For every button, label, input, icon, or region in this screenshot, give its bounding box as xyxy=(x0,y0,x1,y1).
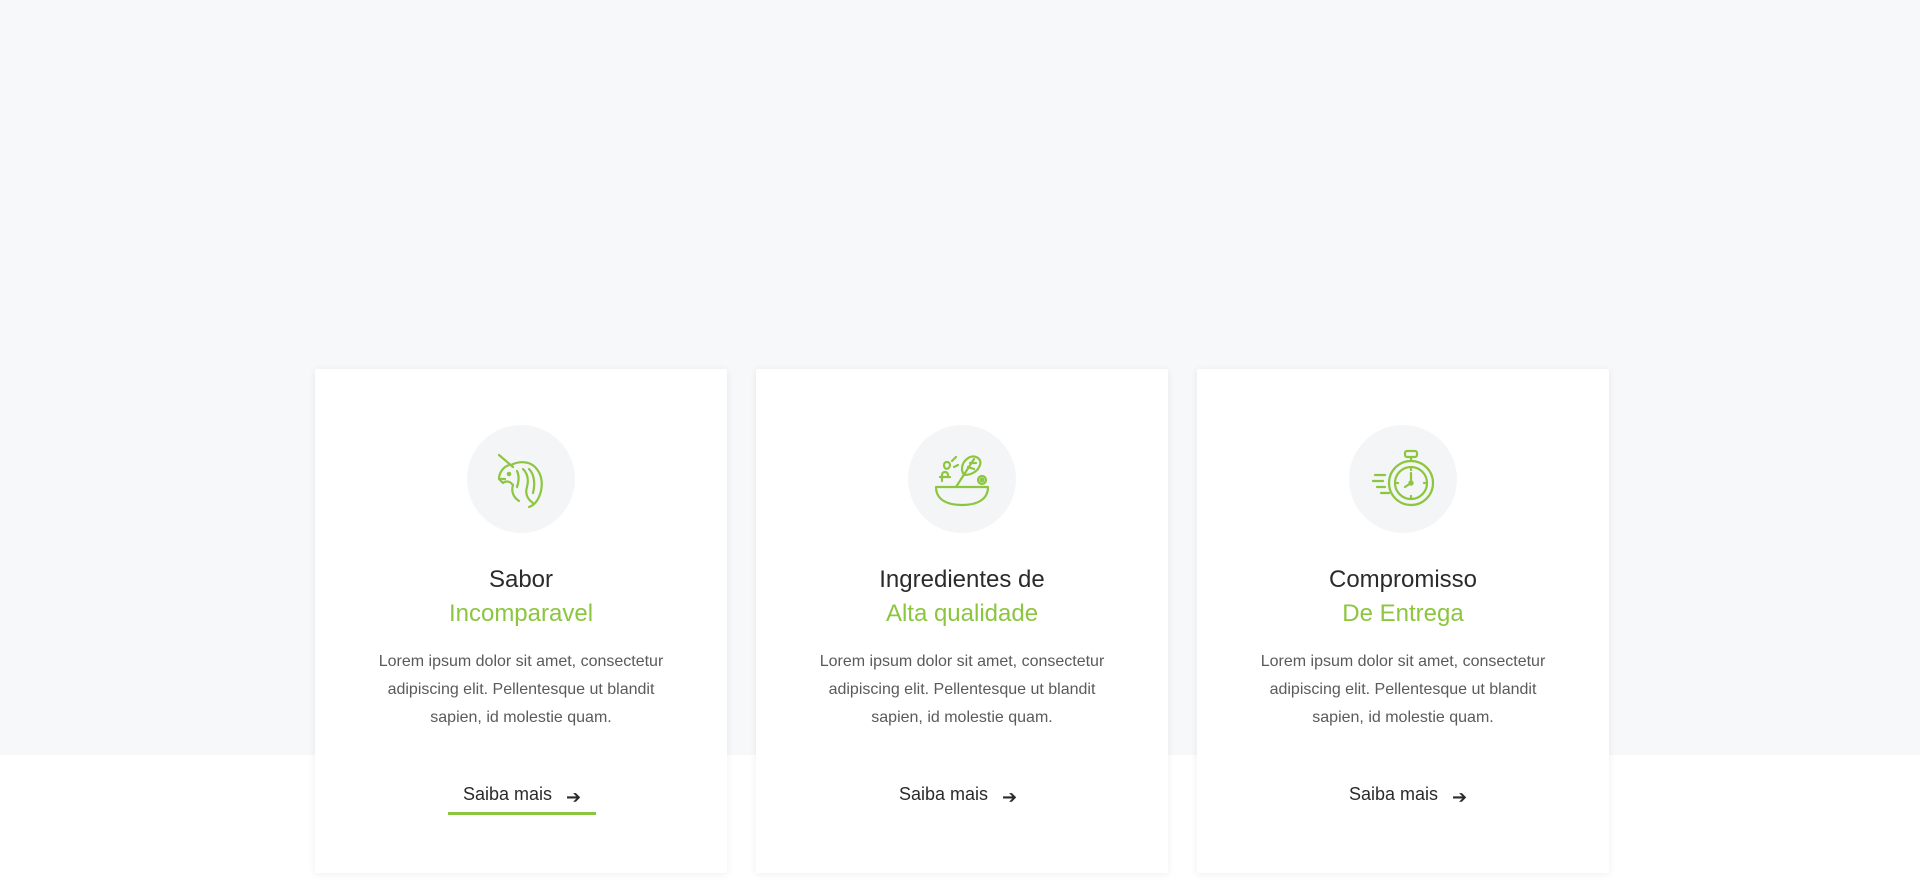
card-description: Lorem ipsum dolor sit amet, consectetur … xyxy=(819,653,1105,726)
feature-card-sabor: Sabor Incomparavel Lorem ipsum dolor sit… xyxy=(315,369,727,873)
card-description: Lorem ipsum dolor sit amet, consectetur … xyxy=(1260,653,1546,726)
feature-card-compromisso: Compromisso De Entrega Lorem ipsum dolor… xyxy=(1197,369,1609,873)
card-title: Ingredientes de xyxy=(879,566,1045,593)
card-subtitle: Incomparavel xyxy=(448,600,594,627)
link-label: Saiba mais xyxy=(899,784,989,804)
stopwatch-icon xyxy=(1371,449,1435,507)
arrow-right-icon: ➔ xyxy=(1452,787,1468,807)
unicorn-icon xyxy=(497,453,543,509)
card-description: Lorem ipsum dolor sit amet, consectetur … xyxy=(378,653,664,726)
feature-card-ingredientes: Ingredientes de Alta qualidade Lorem ips… xyxy=(756,369,1168,873)
link-label: Saiba mais xyxy=(1349,784,1439,804)
saiba-mais-link[interactable]: Saiba mais ➔ xyxy=(1349,782,1467,812)
icon-circle xyxy=(1349,425,1457,533)
arrow-right-icon: ➔ xyxy=(1002,787,1018,807)
saiba-mais-link[interactable]: Saiba mais ➔ xyxy=(899,782,1017,812)
link-label: Saiba mais xyxy=(463,784,553,804)
card-subtitle: De Entrega xyxy=(1342,600,1464,627)
saiba-mais-link[interactable]: Saiba mais ➔ xyxy=(448,782,597,815)
card-title: Compromisso xyxy=(1328,566,1478,593)
arrow-right-icon: ➔ xyxy=(566,787,582,807)
icon-circle xyxy=(467,425,575,533)
card-title: Sabor xyxy=(488,566,554,593)
icon-circle xyxy=(908,425,1016,533)
salad-bowl-icon xyxy=(934,455,990,507)
card-subtitle: Alta qualidade xyxy=(885,600,1039,627)
